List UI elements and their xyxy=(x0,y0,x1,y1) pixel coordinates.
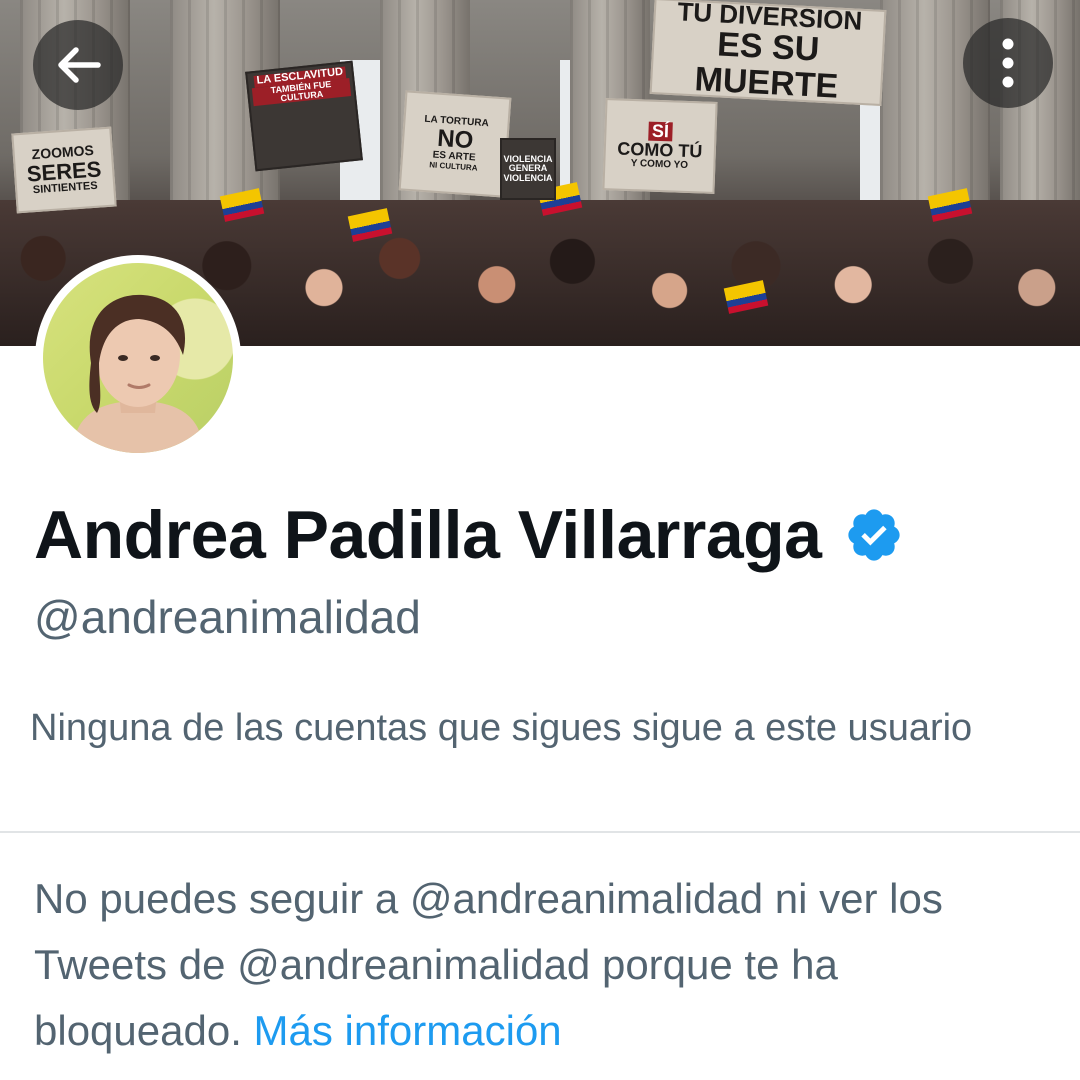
more-info-link[interactable]: Más información xyxy=(254,1007,562,1054)
back-button[interactable] xyxy=(33,20,123,110)
avatar[interactable] xyxy=(43,263,233,453)
protest-sign-diversion: TU DIVERSIÓN ES SU MUERTE xyxy=(649,0,887,107)
profile-handle: @andreanimalidad xyxy=(34,591,421,643)
protest-sign-violencia: VIOLENCIA GENERA VIOLENCIA xyxy=(500,138,556,200)
protest-sign-esclavitud: LA ESCLAVITUD TAMBIÉN FUE CULTURA xyxy=(245,60,363,172)
followed-by-note: Ninguna de las cuentas que sigues sigue … xyxy=(30,707,973,749)
profile-name: Andrea Padilla Villarraga xyxy=(34,497,822,573)
section-divider xyxy=(0,831,1080,833)
avatar-portrait xyxy=(73,294,203,453)
more-options-button[interactable] xyxy=(963,18,1053,108)
protest-sign-seres: ZOOMOS SERES SINTIENTES xyxy=(11,126,117,214)
more-vertical-icon xyxy=(1002,38,1014,88)
profile-name-row: Andrea Padilla Villarraga xyxy=(34,496,904,574)
arrow-left-icon xyxy=(58,47,101,83)
protest-sign-como-tu: SÍ COMO TÚ Y COMO YO xyxy=(602,98,718,194)
protest-sign-tortura: LA TORTURA NO ES ARTE NI CULTURA xyxy=(398,90,512,198)
blocked-message: No puedes seguir a @andreanimalidad ni v… xyxy=(34,866,1044,1064)
verified-badge-icon xyxy=(847,509,900,561)
